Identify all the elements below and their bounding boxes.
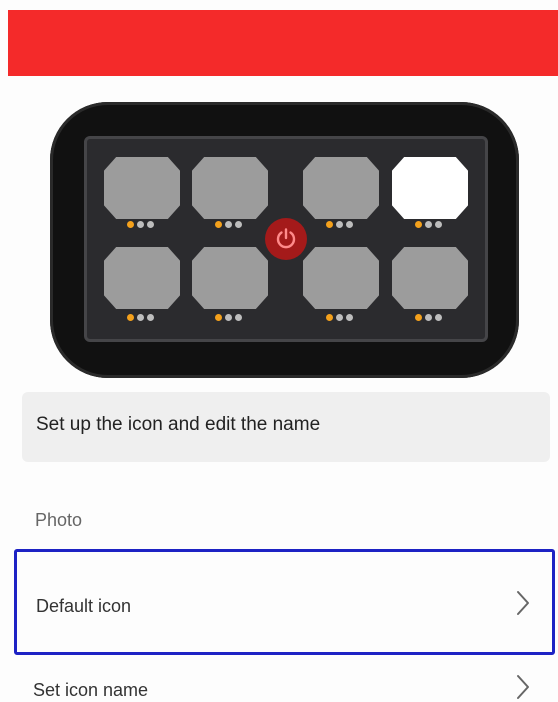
indicator-dot-off — [137, 314, 144, 321]
switch-key-2[interactable] — [192, 157, 268, 219]
indicator-dot-off — [435, 314, 442, 321]
switch-key-6-indicator — [215, 314, 255, 322]
switch-key-3-indicator — [326, 221, 366, 229]
indicator-dot-off — [435, 221, 442, 228]
switch-key-7[interactable] — [303, 247, 379, 309]
indicator-dot-off — [137, 221, 144, 228]
switch-key-8-indicator — [415, 314, 455, 322]
header-bar — [8, 10, 558, 76]
indicator-dot-off — [346, 221, 353, 228]
indicator-dot-on — [415, 314, 422, 321]
chevron-right-icon — [517, 675, 529, 699]
default-icon-label: Default icon — [36, 596, 132, 616]
switch-key-5[interactable] — [104, 247, 180, 309]
switch-key-4[interactable] — [392, 157, 468, 219]
indicator-dot-on — [415, 221, 422, 228]
default-icon-row[interactable]: Default icon — [14, 549, 555, 655]
indicator-dot-off — [336, 221, 343, 228]
indicator-dot-on — [127, 221, 134, 228]
indicator-dot-off — [425, 221, 432, 228]
indicator-dot-on — [215, 314, 222, 321]
indicator-dot-on — [127, 314, 134, 321]
switch-key-4-indicator — [415, 221, 455, 229]
set-icon-name-row[interactable]: Set icon name — [14, 655, 555, 702]
set-icon-name-label: Set icon name — [33, 680, 149, 700]
indicator-dot-off — [425, 314, 432, 321]
power-icon — [276, 228, 296, 249]
indicator-dot-on — [215, 221, 222, 228]
indicator-dot-off — [147, 221, 154, 228]
indicator-dot-on — [326, 314, 333, 321]
indicator-dot-off — [346, 314, 353, 321]
switch-key-8[interactable] — [392, 247, 468, 309]
switch-key-2-indicator — [215, 221, 255, 229]
indicator-dot-off — [235, 221, 242, 228]
power-button[interactable] — [265, 218, 307, 260]
indicator-dot-off — [147, 314, 154, 321]
chevron-right-icon — [517, 591, 529, 615]
switch-key-5-indicator — [127, 314, 167, 322]
switch-key-6[interactable] — [192, 247, 268, 309]
section-label-photo: Photo — [35, 510, 83, 530]
switch-key-1[interactable] — [104, 157, 180, 219]
indicator-dot-on — [326, 221, 333, 228]
indicator-dot-off — [225, 314, 232, 321]
switch-key-1-indicator — [127, 221, 167, 229]
switch-key-7-indicator — [326, 314, 366, 322]
indicator-dot-off — [336, 314, 343, 321]
indicator-dot-off — [225, 221, 232, 228]
instruction-text: Set up the icon and edit the name — [36, 414, 321, 435]
switch-key-3[interactable] — [303, 157, 379, 219]
indicator-dot-off — [235, 314, 242, 321]
